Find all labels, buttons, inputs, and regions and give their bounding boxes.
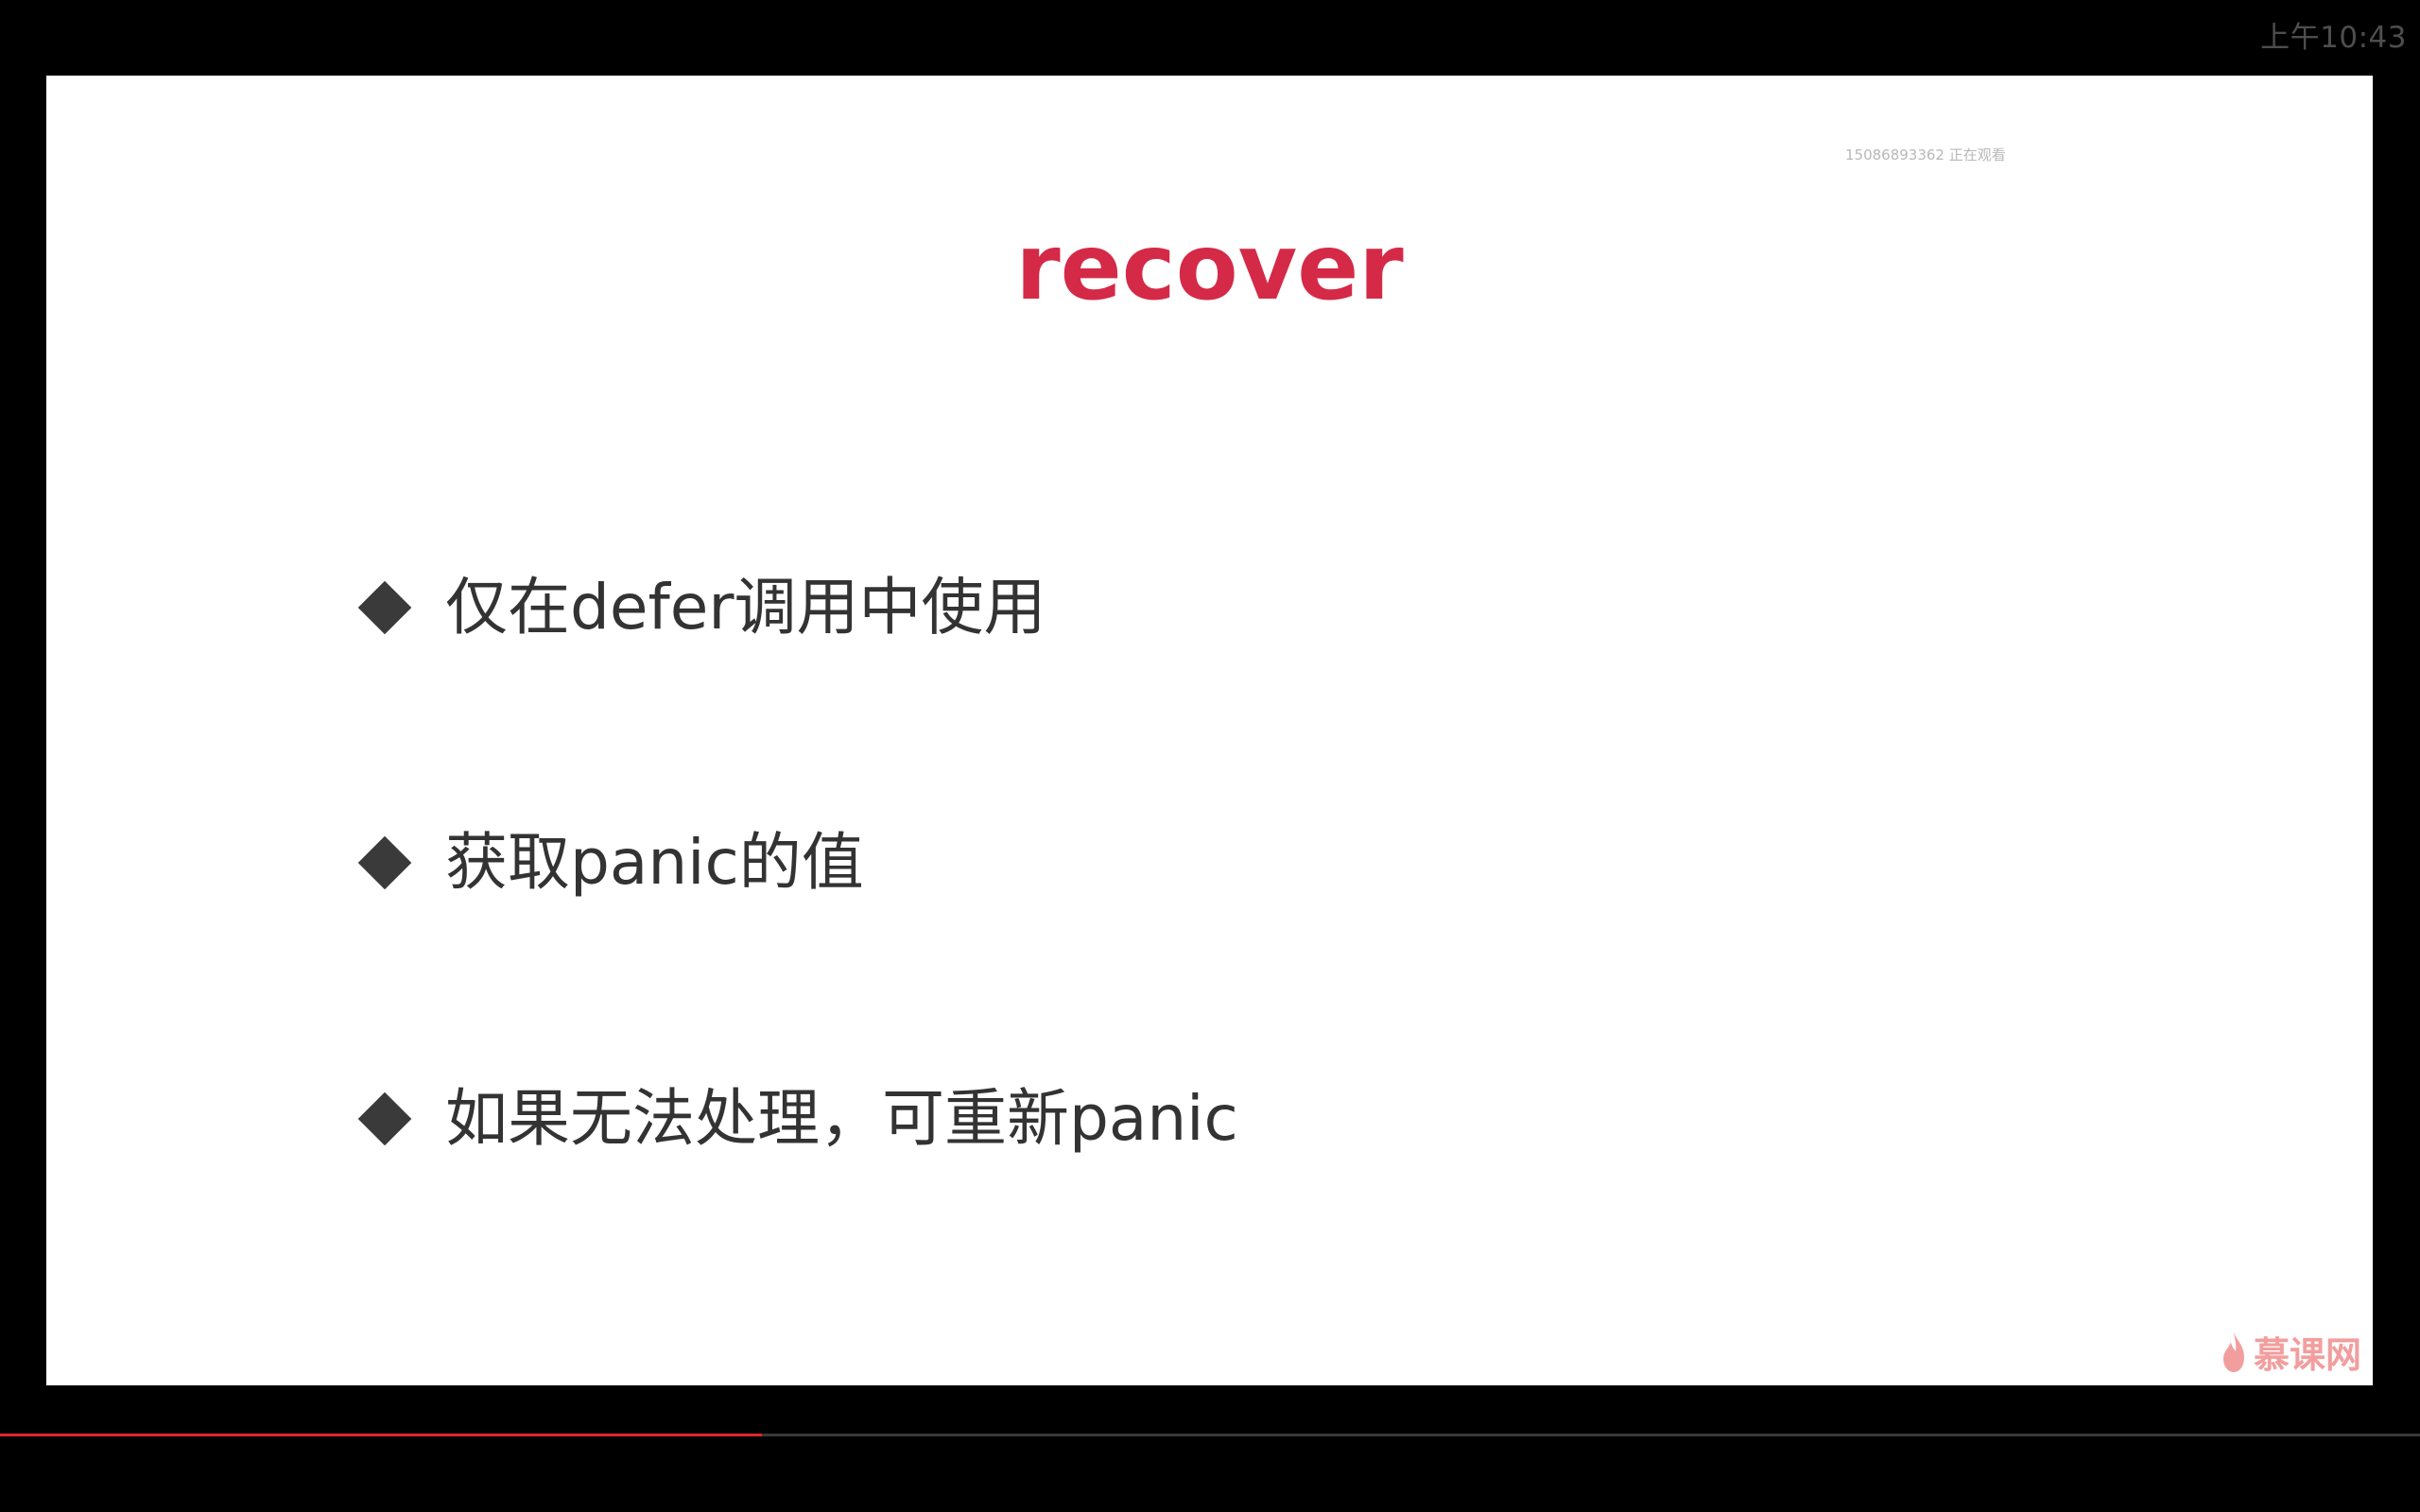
status-time: 上午10:43 xyxy=(2260,21,2407,55)
flame-icon xyxy=(2222,1332,2244,1372)
bullet-text: 如果无法处理，可重新panic xyxy=(445,1082,1238,1155)
playback-progress-fill xyxy=(0,1434,763,1436)
video-player[interactable]: 上午10:43 15086893362 正在观看 recover 仅在defer… xyxy=(0,0,2420,1512)
presentation-slide: 15086893362 正在观看 recover 仅在defer调用中使用 获取… xyxy=(46,76,2373,1385)
logo-text: 慕课网 xyxy=(2253,1334,2361,1376)
bullet-text: 获取panic的值 xyxy=(445,826,864,899)
bullet-item: 如果无法处理，可重新panic xyxy=(354,1067,1238,1171)
bullet-item: 获取panic的值 xyxy=(354,811,864,915)
diamond-icon xyxy=(357,580,412,635)
brand-logo: 慕课网 xyxy=(2220,1326,2361,1378)
bullet-item: 仅在defer调用中使用 xyxy=(354,556,1046,660)
diamond-icon xyxy=(357,835,412,890)
slide-title: recover xyxy=(1015,215,1404,320)
diamond-icon xyxy=(357,1091,412,1146)
bullet-text: 仅在defer调用中使用 xyxy=(445,571,1046,644)
playback-progress-bar[interactable] xyxy=(0,1434,2420,1436)
viewer-watermark: 15086893362 正在观看 xyxy=(1845,146,2006,163)
